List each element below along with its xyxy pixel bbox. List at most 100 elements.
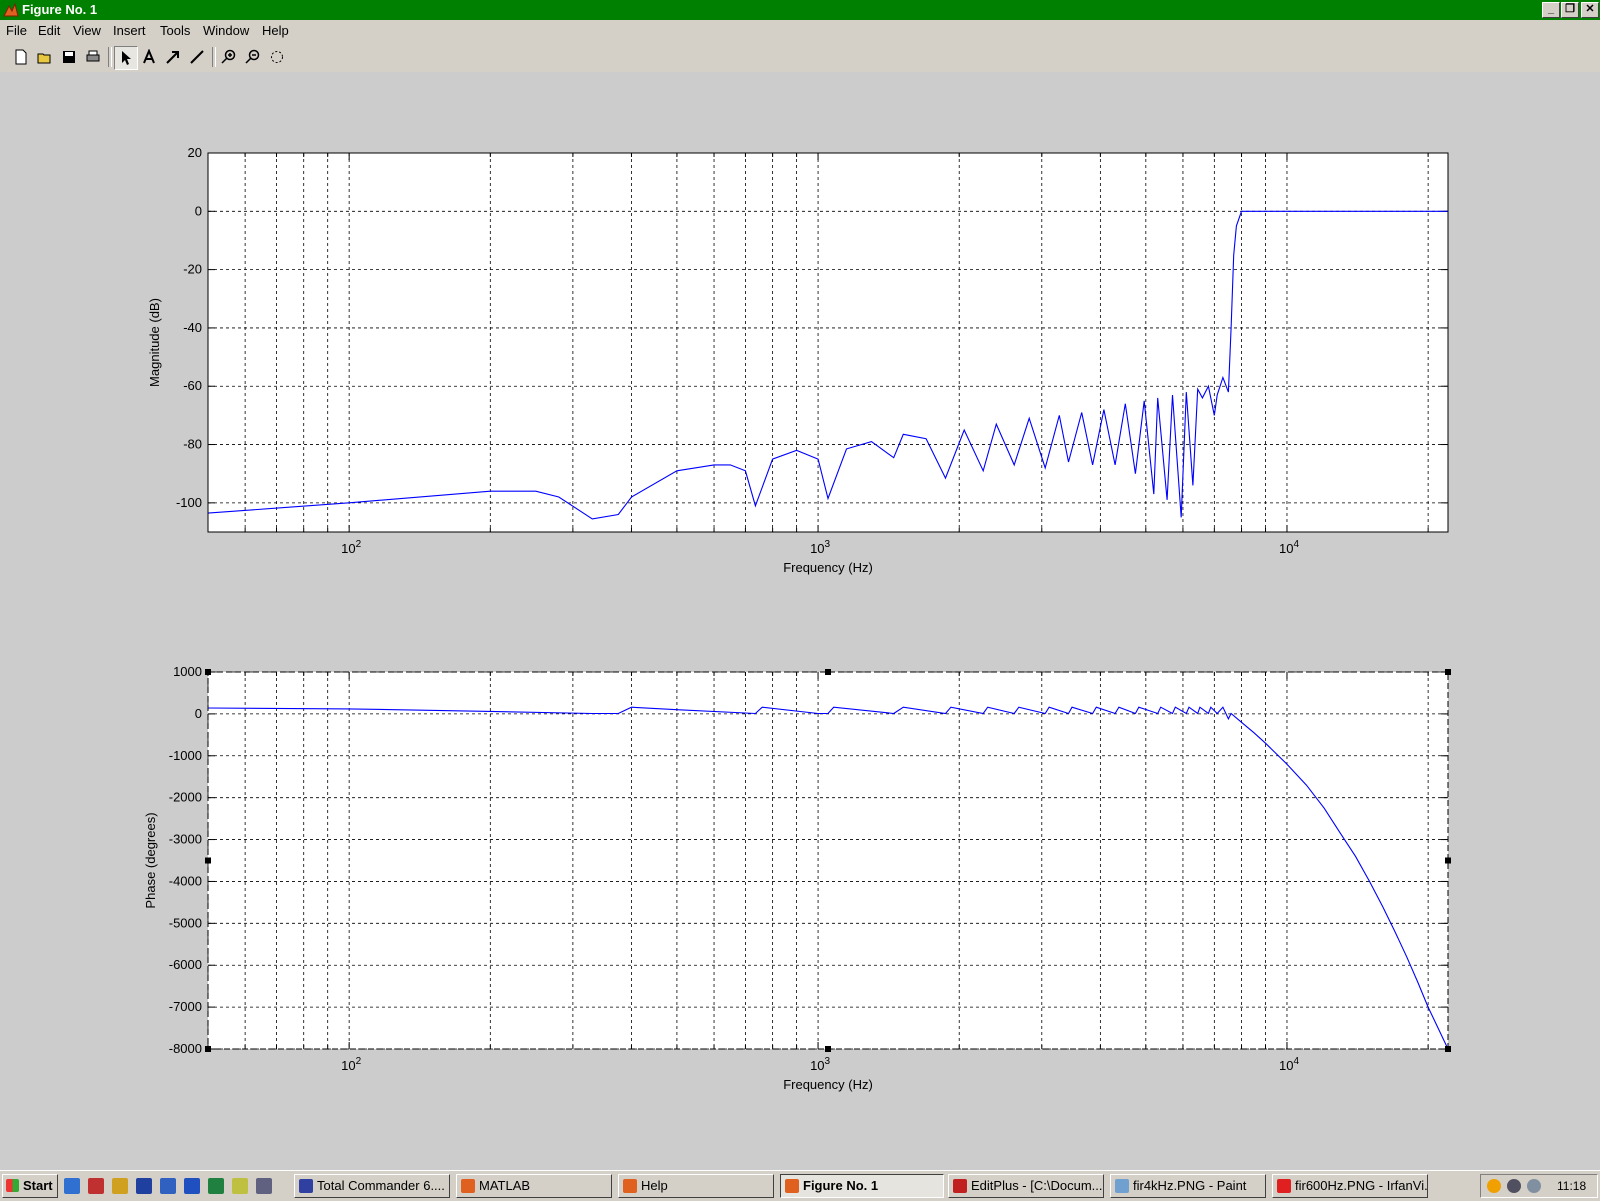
media-icon[interactable] [232, 1178, 248, 1194]
magnitude-plot[interactable]: 20 0 -20 -40 -60 -80 -100 102 103 104 Frequency (… [147, 145, 1449, 575]
word-icon[interactable] [184, 1178, 200, 1194]
y-tick-label: -4000 [169, 873, 202, 888]
disk-icon[interactable] [136, 1178, 152, 1194]
y-tick-label: 20 [188, 145, 202, 160]
menu-insert[interactable]: Insert [113, 23, 146, 38]
magnitude-xlabel: Frequency (Hz) [783, 560, 873, 575]
volume-icon[interactable] [1527, 1179, 1541, 1193]
rotate-3d-icon [271, 51, 283, 63]
figure-canvas[interactable]: 20 0 -20 -40 -60 -80 -100 102 103 104 Frequency (… [0, 72, 1600, 1170]
clock: 11:18 [1557, 1179, 1587, 1193]
phase-xlabel: Frequency (Hz) [783, 1077, 873, 1092]
vs-icon[interactable] [160, 1178, 176, 1194]
taskbar-button[interactable]: fir600Hz.PNG - IrfanVi... [1272, 1174, 1428, 1198]
resize-handle[interactable] [1445, 1046, 1451, 1052]
x-tick-label: 104 [1279, 539, 1299, 556]
restore-button[interactable]: ❐ [1561, 2, 1579, 18]
resize-handle[interactable] [205, 857, 211, 864]
menu-edit[interactable]: Edit [38, 23, 60, 38]
new-figure-button[interactable] [10, 46, 32, 68]
open-file-button[interactable] [34, 46, 56, 68]
resize-handle[interactable] [205, 1046, 211, 1052]
taskbar-button[interactable]: MATLAB [456, 1174, 612, 1198]
taskbar-button-label: Total Commander 6.... [317, 1178, 445, 1193]
ie-icon[interactable] [64, 1178, 80, 1194]
taskbar-button-label: fir4kHz.PNG - Paint [1133, 1178, 1247, 1193]
menu-window[interactable]: Window [203, 23, 249, 38]
insert-arrow-icon [166, 51, 179, 64]
resize-handle[interactable] [825, 1046, 831, 1052]
menu-tools[interactable]: Tools [160, 23, 190, 38]
taskbar-button-label: Help [641, 1178, 668, 1193]
resize-handle[interactable] [825, 669, 831, 675]
zoom-out-button[interactable] [242, 46, 264, 68]
menu-bar: File Edit View Insert Tools Window Help [0, 20, 1600, 42]
minimize-button[interactable]: _ [1542, 2, 1560, 18]
magnitude-axes-background [208, 153, 1448, 532]
menu-help[interactable]: Help [262, 23, 289, 38]
taskbar-button[interactable]: EditPlus - [C:\Docum... [948, 1174, 1104, 1198]
x-tick-label: 103 [810, 1056, 830, 1073]
tool-icon[interactable] [112, 1178, 128, 1194]
x-tick-label: 102 [341, 1056, 361, 1073]
select-arrow-button[interactable] [114, 46, 138, 70]
print-button[interactable] [82, 46, 104, 68]
calc-icon[interactable] [256, 1178, 272, 1194]
insert-text-icon [143, 49, 155, 64]
insert-line-button[interactable] [186, 46, 208, 68]
y-tick-label: -1000 [169, 748, 202, 763]
phase-ylabel: Phase (degrees) [143, 812, 158, 908]
resize-handle[interactable] [1445, 669, 1451, 675]
zoom-in-button[interactable] [218, 46, 240, 68]
zoom-in-icon [221, 49, 236, 64]
x-tick-label: 102 [341, 539, 361, 556]
taskbar-button-label: MATLAB [479, 1178, 531, 1193]
zoom-out-icon [245, 49, 260, 64]
x-tick-label: 103 [810, 539, 830, 556]
x-tick-label: 104 [1279, 1056, 1299, 1073]
y-tick-label: -3000 [169, 832, 202, 847]
network-icon[interactable] [1507, 1179, 1521, 1193]
y-tick-label: -40 [183, 320, 202, 335]
save-button[interactable] [58, 46, 80, 68]
taskbar-button[interactable]: Figure No. 1 [780, 1174, 944, 1198]
start-button[interactable]: Start [2, 1174, 58, 1198]
y-tick-label: -100 [176, 495, 202, 510]
y-tick-label: 1000 [173, 664, 202, 679]
close-button[interactable]: ✕ [1581, 2, 1599, 18]
taskbar: Start Total Commander 6.... MATLAB Help Fig… [0, 1170, 1600, 1201]
matlab-icon [623, 1179, 637, 1193]
excel-icon[interactable] [208, 1178, 224, 1194]
sun-icon[interactable] [1487, 1179, 1501, 1193]
menu-view[interactable]: View [73, 23, 101, 38]
insert-text-button[interactable] [138, 46, 160, 68]
open-file-icon [37, 53, 51, 64]
resize-handle[interactable] [1445, 857, 1451, 864]
save-icon [63, 51, 75, 63]
resize-handle[interactable] [205, 669, 211, 675]
new-figure-icon [15, 49, 27, 65]
title-bar[interactable]: Figure No. 1 _ ❐ ✕ [0, 0, 1600, 20]
phase-plot[interactable]: 1000 0 -1000 -2000 -3000 -4000 -5000 -6000 -7000… [143, 664, 1451, 1092]
print-icon [86, 50, 100, 62]
taskbar-button-label: fir600Hz.PNG - IrfanVi... [1295, 1178, 1428, 1193]
irfanview-icon [1277, 1179, 1291, 1193]
taskbar-button[interactable]: Total Commander 6.... [294, 1174, 450, 1198]
restore-icon: ❐ [1565, 3, 1575, 15]
floppy-icon [299, 1179, 313, 1193]
taskbar-button[interactable]: fir4kHz.PNG - Paint [1110, 1174, 1266, 1198]
editplus-icon [953, 1179, 967, 1193]
windows-logo-icon [6, 1179, 19, 1192]
toolbar [0, 44, 1600, 72]
y-tick-label: -5000 [169, 915, 202, 930]
close-icon: ✕ [1585, 3, 1595, 15]
magnitude-ylabel: Magnitude (dB) [147, 298, 162, 387]
taskbar-button[interactable]: Help [618, 1174, 774, 1198]
menu-file[interactable]: File [6, 23, 27, 38]
matlab-icon [461, 1179, 475, 1193]
y-tick-label: -7000 [169, 999, 202, 1014]
app-icon[interactable] [88, 1178, 104, 1194]
rotate-3d-button[interactable] [266, 46, 288, 68]
window-title: Figure No. 1 [22, 2, 98, 17]
insert-arrow-button[interactable] [162, 46, 184, 68]
